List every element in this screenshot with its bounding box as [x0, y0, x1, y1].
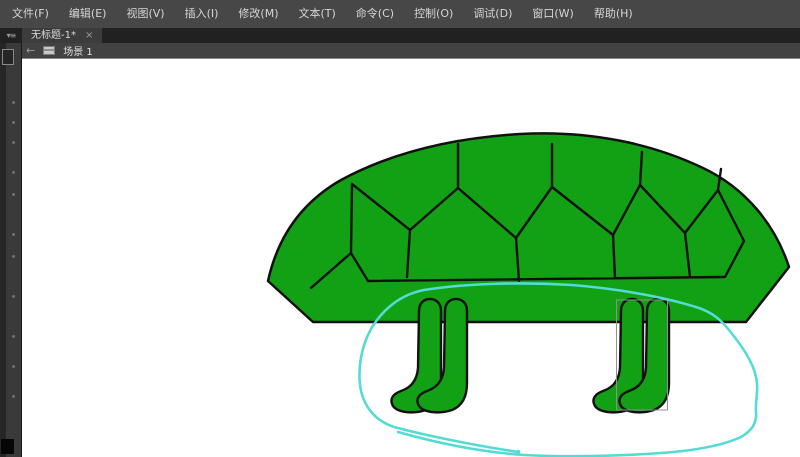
menu-item[interactable]: 命令(C) — [346, 0, 404, 28]
menu-item[interactable]: 视图(V) — [116, 0, 174, 28]
flash-app-window: 文件(F)编辑(E)视图(V)插入(I)修改(M)文本(T)命令(C)控制(O)… — [0, 0, 800, 457]
tool-icon[interactable] — [12, 121, 15, 124]
tool-icon[interactable] — [12, 255, 15, 258]
scene-icon — [43, 46, 55, 55]
color-swatch[interactable] — [1, 439, 14, 454]
menu-item[interactable]: 调试(D) — [463, 0, 522, 28]
menu-item[interactable]: 文本(T) — [288, 0, 345, 28]
tool-icon[interactable] — [12, 295, 15, 298]
panel-collapse-icon[interactable]: ▾≡ — [0, 28, 22, 43]
menu-item[interactable]: 编辑(E) — [59, 0, 117, 28]
close-icon[interactable]: × — [85, 28, 93, 43]
tools-panel-edge — [0, 43, 6, 457]
tools-panel-strip[interactable] — [0, 43, 22, 457]
scene-navigation-bar: ← 场景 1 — [0, 43, 800, 59]
tool-icon[interactable] — [12, 395, 15, 398]
menu-bar: 文件(F)编辑(E)视图(V)插入(I)修改(M)文本(T)命令(C)控制(O)… — [0, 0, 800, 28]
back-arrow-icon[interactable]: ← — [26, 44, 35, 58]
menu-item[interactable]: 插入(I) — [175, 0, 229, 28]
scene-label: 场景 1 — [63, 43, 93, 58]
tool-icon[interactable] — [12, 171, 15, 174]
menu-item[interactable]: 文件(F) — [2, 0, 59, 28]
document-tab[interactable]: 无标题-1* × — [22, 28, 102, 43]
menu-item[interactable]: 控制(O) — [404, 0, 463, 28]
menu-item[interactable]: 修改(M) — [228, 0, 288, 28]
tool-icon[interactable] — [12, 141, 15, 144]
tool-icon[interactable] — [2, 49, 14, 65]
menu-item[interactable]: 窗口(W) — [522, 0, 583, 28]
tool-icon[interactable] — [12, 101, 15, 104]
stage[interactable] — [23, 59, 800, 457]
tool-icon[interactable] — [12, 193, 15, 196]
tool-icon[interactable] — [12, 335, 15, 338]
tool-icon[interactable] — [12, 233, 15, 236]
document-tab-label: 无标题-1* — [31, 28, 76, 43]
document-tab-bar: ▾≡ 无标题-1* × — [0, 28, 800, 43]
tool-icon[interactable] — [12, 365, 15, 368]
menu-item[interactable]: 帮助(H) — [584, 0, 643, 28]
